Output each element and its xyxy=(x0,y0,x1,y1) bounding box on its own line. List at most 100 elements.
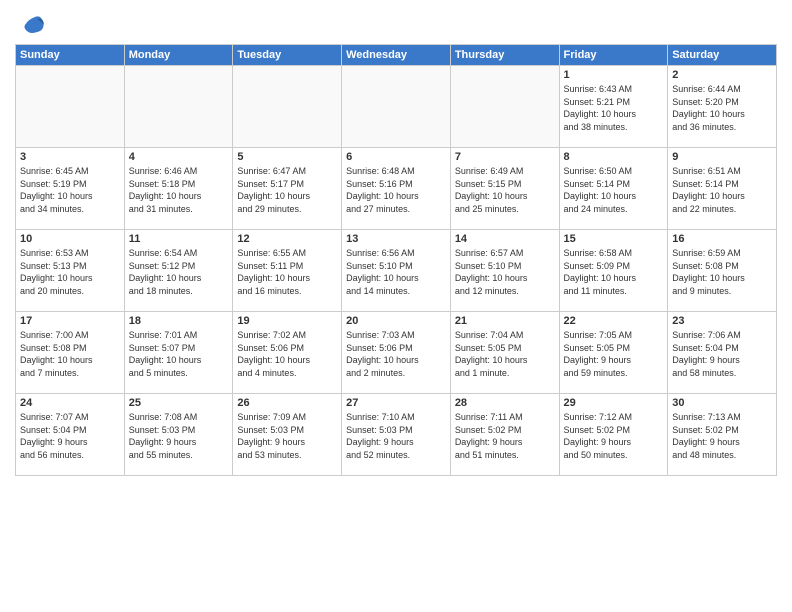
calendar-cell: 11 Sunrise: 6:54 AM Sunset: 5:12 PM Dayli… xyxy=(124,230,233,312)
calendar-cell: 20 Sunrise: 7:03 AM Sunset: 5:06 PM Dayli… xyxy=(342,312,451,394)
calendar-cell: 7Sunrise: 6:49 AM Sunset: 5:15 PM Daylig… xyxy=(450,148,559,230)
weekday-header-monday: Monday xyxy=(124,45,233,66)
calendar-cell: 12 Sunrise: 6:55 AM Sunset: 5:11 PM Dayli… xyxy=(233,230,342,312)
weekday-header-tuesday: Tuesday xyxy=(233,45,342,66)
day-number: 13 xyxy=(346,233,446,245)
day-number: 9 xyxy=(672,151,772,163)
day-number: 6 xyxy=(346,151,446,163)
day-number: 28 xyxy=(455,397,555,409)
day-info: Sunrise: 7:01 AM Sunset: 5:07 PM Dayligh… xyxy=(129,329,229,379)
calendar-cell: 8 Sunrise: 6:50 AM Sunset: 5:14 PM Daylig… xyxy=(559,148,668,230)
calendar-cell: 16 Sunrise: 6:59 AM Sunset: 5:08 PM Dayli… xyxy=(668,230,777,312)
day-info: Sunrise: 7:08 AM Sunset: 5:03 PM Dayligh… xyxy=(129,411,229,461)
weekday-header-friday: Friday xyxy=(559,45,668,66)
day-info: Sunrise: 6:54 AM Sunset: 5:12 PM Dayligh… xyxy=(129,247,229,297)
day-number: 21 xyxy=(455,315,555,327)
day-number: 23 xyxy=(672,315,772,327)
day-info: Sunrise: 6:58 AM Sunset: 5:09 PM Dayligh… xyxy=(564,247,664,297)
logo xyxy=(15,10,45,38)
day-number: 5 xyxy=(237,151,337,163)
calendar-cell: 26 Sunrise: 7:09 AM Sunset: 5:03 PM Dayli… xyxy=(233,394,342,476)
day-number: 11 xyxy=(129,233,229,245)
day-info: Sunrise: 7:00 AM Sunset: 5:08 PM Dayligh… xyxy=(20,329,120,379)
weekday-header-wednesday: Wednesday xyxy=(342,45,451,66)
day-info: Sunrise: 6:49 AM Sunset: 5:15 PM Dayligh… xyxy=(455,165,555,215)
calendar-cell xyxy=(16,66,125,148)
week-row-2: 3Sunrise: 6:45 AM Sunset: 5:19 PM Daylig… xyxy=(16,148,777,230)
day-number: 16 xyxy=(672,233,772,245)
day-number: 26 xyxy=(237,397,337,409)
weekday-header-thursday: Thursday xyxy=(450,45,559,66)
day-number: 29 xyxy=(564,397,664,409)
calendar-cell: 1 Sunrise: 6:43 AM Sunset: 5:21 PM Daylig… xyxy=(559,66,668,148)
calendar-cell: 25 Sunrise: 7:08 AM Sunset: 5:03 PM Dayli… xyxy=(124,394,233,476)
calendar-cell: 10 Sunrise: 6:53 AM Sunset: 5:13 PM Dayli… xyxy=(16,230,125,312)
logo-icon xyxy=(17,10,45,38)
day-number: 4 xyxy=(129,151,229,163)
day-number: 15 xyxy=(564,233,664,245)
day-info: Sunrise: 6:53 AM Sunset: 5:13 PM Dayligh… xyxy=(20,247,120,297)
day-info: Sunrise: 6:56 AM Sunset: 5:10 PM Dayligh… xyxy=(346,247,446,297)
week-row-5: 24 Sunrise: 7:07 AM Sunset: 5:04 PM Dayli… xyxy=(16,394,777,476)
day-info: Sunrise: 6:55 AM Sunset: 5:11 PM Dayligh… xyxy=(237,247,337,297)
day-info: Sunrise: 7:11 AM Sunset: 5:02 PM Dayligh… xyxy=(455,411,555,461)
week-row-1: 1 Sunrise: 6:43 AM Sunset: 5:21 PM Daylig… xyxy=(16,66,777,148)
day-info: Sunrise: 7:09 AM Sunset: 5:03 PM Dayligh… xyxy=(237,411,337,461)
day-number: 14 xyxy=(455,233,555,245)
day-number: 12 xyxy=(237,233,337,245)
day-info: Sunrise: 7:07 AM Sunset: 5:04 PM Dayligh… xyxy=(20,411,120,461)
calendar-cell: 29 Sunrise: 7:12 AM Sunset: 5:02 PM Dayli… xyxy=(559,394,668,476)
week-row-4: 17 Sunrise: 7:00 AM Sunset: 5:08 PM Dayli… xyxy=(16,312,777,394)
day-number: 24 xyxy=(20,397,120,409)
calendar-cell: 28 Sunrise: 7:11 AM Sunset: 5:02 PM Dayli… xyxy=(450,394,559,476)
day-number: 20 xyxy=(346,315,446,327)
day-info: Sunrise: 6:59 AM Sunset: 5:08 PM Dayligh… xyxy=(672,247,772,297)
day-info: Sunrise: 7:13 AM Sunset: 5:02 PM Dayligh… xyxy=(672,411,772,461)
calendar-cell: 18 Sunrise: 7:01 AM Sunset: 5:07 PM Dayli… xyxy=(124,312,233,394)
calendar-cell xyxy=(233,66,342,148)
weekday-header-saturday: Saturday xyxy=(668,45,777,66)
calendar-cell: 30Sunrise: 7:13 AM Sunset: 5:02 PM Dayli… xyxy=(668,394,777,476)
day-number: 2 xyxy=(672,69,772,81)
day-number: 18 xyxy=(129,315,229,327)
day-number: 1 xyxy=(564,69,664,81)
day-info: Sunrise: 6:51 AM Sunset: 5:14 PM Dayligh… xyxy=(672,165,772,215)
calendar-cell: 23 Sunrise: 7:06 AM Sunset: 5:04 PM Dayli… xyxy=(668,312,777,394)
day-info: Sunrise: 7:12 AM Sunset: 5:02 PM Dayligh… xyxy=(564,411,664,461)
day-info: Sunrise: 6:43 AM Sunset: 5:21 PM Dayligh… xyxy=(564,83,664,133)
calendar-cell: 3Sunrise: 6:45 AM Sunset: 5:19 PM Daylig… xyxy=(16,148,125,230)
day-number: 25 xyxy=(129,397,229,409)
day-info: Sunrise: 6:48 AM Sunset: 5:16 PM Dayligh… xyxy=(346,165,446,215)
day-number: 3 xyxy=(20,151,120,163)
calendar-cell: 9 Sunrise: 6:51 AM Sunset: 5:14 PM Daylig… xyxy=(668,148,777,230)
calendar-cell: 6 Sunrise: 6:48 AM Sunset: 5:16 PM Daylig… xyxy=(342,148,451,230)
day-info: Sunrise: 7:06 AM Sunset: 5:04 PM Dayligh… xyxy=(672,329,772,379)
day-info: Sunrise: 6:50 AM Sunset: 5:14 PM Dayligh… xyxy=(564,165,664,215)
calendar-cell: 4Sunrise: 6:46 AM Sunset: 5:18 PM Daylig… xyxy=(124,148,233,230)
calendar-cell: 21 Sunrise: 7:04 AM Sunset: 5:05 PM Dayli… xyxy=(450,312,559,394)
day-number: 22 xyxy=(564,315,664,327)
day-info: Sunrise: 6:44 AM Sunset: 5:20 PM Dayligh… xyxy=(672,83,772,133)
calendar-table: SundayMondayTuesdayWednesdayThursdayFrid… xyxy=(15,44,777,476)
calendar-cell: 2 Sunrise: 6:44 AM Sunset: 5:20 PM Daylig… xyxy=(668,66,777,148)
calendar-cell: 19Sunrise: 7:02 AM Sunset: 5:06 PM Dayli… xyxy=(233,312,342,394)
page-container: SundayMondayTuesdayWednesdayThursdayFrid… xyxy=(0,0,792,486)
day-number: 27 xyxy=(346,397,446,409)
calendar-cell xyxy=(450,66,559,148)
calendar-cell: 24 Sunrise: 7:07 AM Sunset: 5:04 PM Dayli… xyxy=(16,394,125,476)
calendar-cell: 5 Sunrise: 6:47 AM Sunset: 5:17 PM Daylig… xyxy=(233,148,342,230)
day-info: Sunrise: 7:03 AM Sunset: 5:06 PM Dayligh… xyxy=(346,329,446,379)
day-number: 8 xyxy=(564,151,664,163)
day-info: Sunrise: 7:10 AM Sunset: 5:03 PM Dayligh… xyxy=(346,411,446,461)
day-info: Sunrise: 7:02 AM Sunset: 5:06 PM Dayligh… xyxy=(237,329,337,379)
calendar-cell: 22 Sunrise: 7:05 AM Sunset: 5:05 PM Dayli… xyxy=(559,312,668,394)
calendar-cell: 14Sunrise: 6:57 AM Sunset: 5:10 PM Dayli… xyxy=(450,230,559,312)
day-info: Sunrise: 7:05 AM Sunset: 5:05 PM Dayligh… xyxy=(564,329,664,379)
day-info: Sunrise: 7:04 AM Sunset: 5:05 PM Dayligh… xyxy=(455,329,555,379)
calendar-cell: 27 Sunrise: 7:10 AM Sunset: 5:03 PM Dayli… xyxy=(342,394,451,476)
day-number: 17 xyxy=(20,315,120,327)
day-info: Sunrise: 6:47 AM Sunset: 5:17 PM Dayligh… xyxy=(237,165,337,215)
calendar-cell: 13 Sunrise: 6:56 AM Sunset: 5:10 PM Dayli… xyxy=(342,230,451,312)
day-number: 10 xyxy=(20,233,120,245)
calendar-cell xyxy=(124,66,233,148)
